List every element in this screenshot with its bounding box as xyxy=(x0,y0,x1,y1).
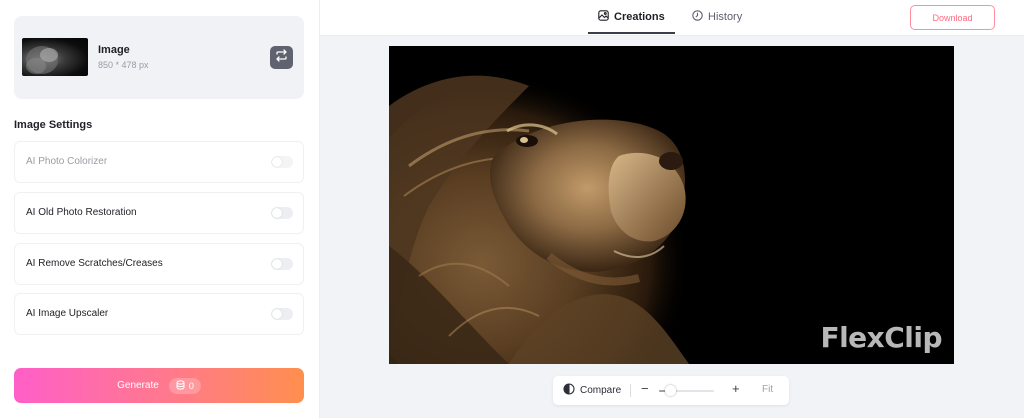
tab-label: History xyxy=(708,10,743,23)
setting-remove-scratches: AI Remove Scratches/Creases xyxy=(14,243,304,285)
credit-badge: 0 xyxy=(168,377,201,395)
image-preview: FlexClip xyxy=(389,46,954,364)
generate-button[interactable]: Generate 0 xyxy=(14,368,304,403)
download-button[interactable]: Download xyxy=(910,5,995,30)
top-bar: Creations History Download xyxy=(320,0,1024,36)
old-photo-restoration-toggle[interactable] xyxy=(271,207,293,219)
compare-label: Compare xyxy=(580,385,622,396)
zoom-toolbar: Compare − + Fit xyxy=(553,376,789,405)
image-icon xyxy=(598,9,609,24)
image-upscaler-toggle[interactable] xyxy=(271,308,293,320)
generate-label: Generate xyxy=(117,380,159,391)
tab-history[interactable]: History xyxy=(692,0,742,33)
image-thumbnail[interactable] xyxy=(22,38,88,76)
setting-label: AI Photo Colorizer xyxy=(26,156,108,167)
setting-image-upscaler: AI Image Upscaler xyxy=(14,293,304,335)
section-title: Image Settings xyxy=(14,119,93,131)
divider xyxy=(630,384,631,397)
compare-icon xyxy=(563,383,575,398)
setting-old-photo-restoration: AI Old Photo Restoration xyxy=(14,192,304,234)
swap-icon xyxy=(275,48,288,67)
tab-label: Creations xyxy=(614,10,665,23)
image-title: Image xyxy=(98,44,130,56)
watermark: FlexClip xyxy=(820,321,942,354)
zoom-slider[interactable] xyxy=(659,385,714,396)
credit-count: 0 xyxy=(188,380,194,391)
tab-creations[interactable]: Creations xyxy=(588,0,675,34)
fit-button[interactable]: Fit xyxy=(762,384,773,395)
clock-icon xyxy=(692,9,703,24)
image-dimensions: 850 * 478 px xyxy=(98,60,149,70)
photo-colorizer-toggle[interactable] xyxy=(271,156,293,168)
coin-icon xyxy=(176,377,185,395)
zoom-in-button[interactable]: + xyxy=(732,381,740,396)
zoom-slider-handle[interactable] xyxy=(665,385,676,396)
zoom-out-button[interactable]: − xyxy=(641,381,649,396)
source-image-card: Image 850 * 478 px xyxy=(14,16,304,99)
setting-label: AI Old Photo Restoration xyxy=(26,207,137,218)
setting-photo-colorizer: AI Photo Colorizer xyxy=(14,141,304,183)
replace-image-button[interactable] xyxy=(270,46,293,69)
compare-button[interactable]: Compare xyxy=(563,383,621,398)
remove-scratches-toggle[interactable] xyxy=(271,258,293,270)
settings-panel: Image 850 * 478 px Image Settings AI Pho… xyxy=(0,0,320,418)
setting-label: AI Image Upscaler xyxy=(26,308,109,319)
lion-photo xyxy=(389,46,954,364)
setting-label: AI Remove Scratches/Creases xyxy=(26,258,163,269)
